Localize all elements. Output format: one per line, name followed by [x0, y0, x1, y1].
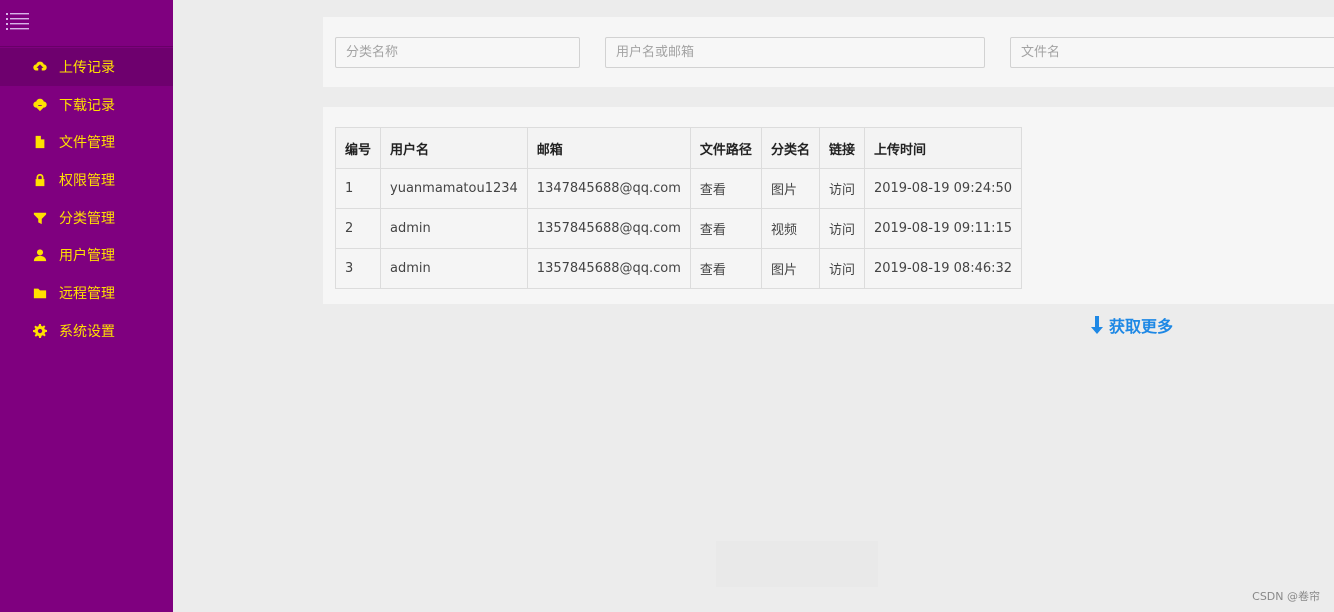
col-header-upload-time: 上传时间	[863, 127, 1023, 169]
category-search-input[interactable]	[335, 37, 580, 68]
load-more-button[interactable]: 获取更多	[1090, 313, 1173, 337]
upload-records-table: 编号 用户名 邮箱 文件路径 分类名 链接 上传时间 1 yuanmamatou…	[334, 127, 1023, 289]
filename-search-input[interactable]	[1010, 37, 1334, 68]
sidebar-item-upload-records[interactable]: 上传记录	[0, 48, 173, 86]
sidebar-divider	[0, 46, 173, 47]
col-header-link: 链接	[818, 127, 865, 169]
lock-icon	[33, 173, 47, 187]
cell-id: 2	[334, 208, 382, 249]
sidebar-item-label: 分类管理	[59, 210, 115, 227]
sidebar-item-label: 远程管理	[59, 285, 115, 302]
cell-email: 1357845688@qq.com	[526, 248, 691, 289]
cell-category: 图片	[760, 248, 820, 289]
file-icon	[33, 135, 47, 149]
cell-upload-time: 2019-08-19 09:11:15	[863, 208, 1023, 249]
user-email-search-input[interactable]	[605, 37, 985, 68]
sidebar-item-user-management[interactable]: 用户管理	[0, 236, 173, 274]
sidebar-item-label: 文件管理	[59, 135, 115, 152]
table-row: 2 admin 1357845688@qq.com 查看 视频 访问 2019-…	[334, 208, 1023, 249]
sidebar-item-label: 系统设置	[59, 323, 115, 340]
table-row: 1 yuanmamatou1234 1347845688@qq.com 查看 图…	[334, 168, 1023, 209]
visit-link[interactable]: 访问	[818, 168, 865, 209]
sidebar-item-file-management[interactable]: 文件管理	[0, 123, 173, 161]
col-header-path: 文件路径	[689, 127, 762, 169]
gear-icon	[33, 323, 47, 338]
table-header-row: 编号 用户名 邮箱 文件路径 分类名 链接 上传时间	[334, 127, 1023, 169]
table-row: 3 admin 1357845688@qq.com 查看 图片 访问 2019-…	[334, 248, 1023, 289]
view-path-link[interactable]: 查看	[689, 208, 762, 249]
visit-link[interactable]: 访问	[818, 208, 865, 249]
arrow-down-icon	[1091, 316, 1103, 334]
cell-id: 3	[334, 248, 382, 289]
cell-username: admin	[380, 208, 528, 249]
view-path-link[interactable]: 查看	[689, 168, 762, 209]
sidebar-item-label: 上传记录	[59, 59, 115, 76]
sidebar-item-download-records[interactable]: 下载记录	[0, 86, 173, 124]
sidebar-item-remote-management[interactable]: 远程管理	[0, 274, 173, 312]
sidebar-item-permission-management[interactable]: 权限管理	[0, 161, 173, 199]
sidebar-item-category-management[interactable]: 分类管理	[0, 199, 173, 237]
cell-email: 1347845688@qq.com	[526, 168, 691, 209]
watermark: CSDN @卷帘	[1252, 590, 1320, 603]
col-header-id: 编号	[334, 127, 382, 169]
records-panel: 编号 用户名 邮箱 文件路径 分类名 链接 上传时间 1 yuanmamatou…	[323, 107, 1334, 304]
sidebar-nav: 上传记录 下载记录 文件管理 权限管理 分类管理 用户管理 远程管理 系统设置	[0, 48, 173, 350]
menu-toggle-icon[interactable]	[6, 10, 30, 34]
sidebar: 上传记录 下载记录 文件管理 权限管理 分类管理 用户管理 远程管理 系统设置	[0, 0, 173, 612]
sidebar-item-label: 下载记录	[59, 97, 115, 114]
sidebar-item-label: 权限管理	[59, 172, 115, 189]
col-header-username: 用户名	[380, 127, 528, 169]
cell-upload-time: 2019-08-19 09:24:50	[863, 168, 1023, 209]
folder-icon	[33, 286, 47, 300]
sidebar-item-label: 用户管理	[59, 248, 115, 265]
cell-category: 图片	[760, 168, 820, 209]
sidebar-item-system-settings[interactable]: 系统设置	[0, 312, 173, 350]
cell-upload-time: 2019-08-19 08:46:32	[863, 248, 1023, 289]
search-panel	[323, 17, 1334, 87]
background-panel	[716, 541, 878, 587]
user-icon	[33, 248, 47, 262]
visit-link[interactable]: 访问	[818, 248, 865, 289]
col-header-category: 分类名	[760, 127, 820, 169]
cloud-upload-icon	[33, 60, 47, 74]
cell-username: admin	[380, 248, 528, 289]
cell-category: 视频	[760, 208, 820, 249]
cell-username: yuanmamatou1234	[380, 168, 528, 209]
filter-icon	[33, 211, 47, 225]
cloud-download-icon	[33, 98, 47, 112]
view-path-link[interactable]: 查看	[689, 248, 762, 289]
cell-email: 1357845688@qq.com	[526, 208, 691, 249]
col-header-email: 邮箱	[526, 127, 691, 169]
load-more-label: 获取更多	[1109, 317, 1174, 336]
cell-id: 1	[334, 168, 382, 209]
